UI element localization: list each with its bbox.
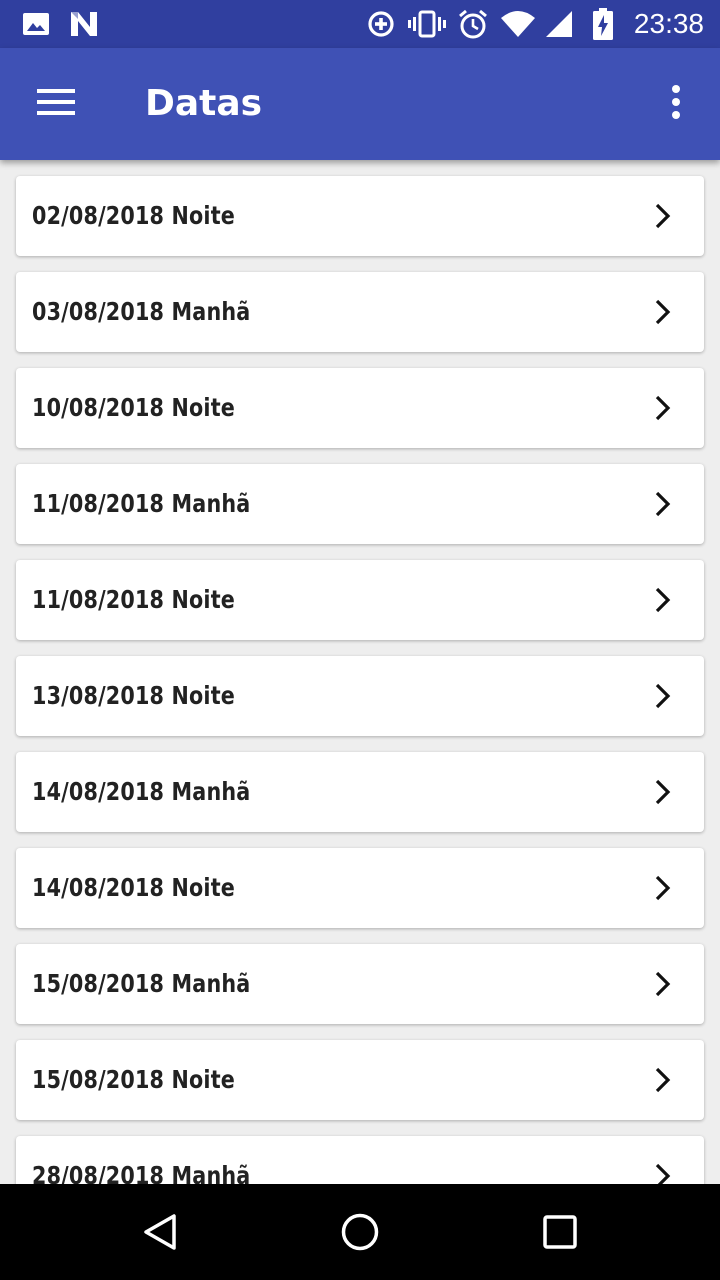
date-item-label: 03/08/2018 Manhã xyxy=(32,297,251,326)
data-saver-icon xyxy=(366,8,396,40)
date-list-item[interactable]: 28/08/2018 Manhã xyxy=(16,1136,704,1184)
date-item-label: 11/08/2018 Manhã xyxy=(32,489,251,518)
date-list-item[interactable]: 10/08/2018 Noite xyxy=(16,368,704,448)
date-list-item[interactable]: 13/08/2018 Noite xyxy=(16,656,704,736)
image-icon xyxy=(22,8,50,40)
vibrate-icon xyxy=(408,8,446,40)
recents-icon xyxy=(543,1215,577,1249)
date-item-label: 28/08/2018 Manhã xyxy=(32,1161,251,1184)
status-bar: 23:38 xyxy=(0,0,720,48)
alarm-icon xyxy=(457,8,489,40)
app-bar: Datas xyxy=(0,48,720,160)
date-item-label: 02/08/2018 Noite xyxy=(32,201,236,230)
chevron-right-icon xyxy=(655,491,671,517)
page-title: Datas xyxy=(145,83,263,124)
overflow-menu-button[interactable] xyxy=(648,68,704,140)
back-button[interactable] xyxy=(136,1208,184,1256)
n-notification-icon xyxy=(68,8,100,40)
home-icon xyxy=(341,1213,379,1251)
back-icon xyxy=(144,1214,176,1250)
date-list-item[interactable]: 11/08/2018 Noite xyxy=(16,560,704,640)
date-list-item[interactable]: 14/08/2018 Noite xyxy=(16,848,704,928)
chevron-right-icon xyxy=(655,299,671,325)
date-item-label: 15/08/2018 Noite xyxy=(32,1065,236,1094)
cell-signal-icon xyxy=(544,8,574,40)
date-list-item[interactable]: 11/08/2018 Manhã xyxy=(16,464,704,544)
chevron-right-icon xyxy=(655,1067,671,1093)
date-list-item[interactable]: 15/08/2018 Noite xyxy=(16,1040,704,1120)
date-item-label: 10/08/2018 Noite xyxy=(32,393,236,422)
battery-charging-icon xyxy=(592,8,614,40)
chevron-right-icon xyxy=(655,875,671,901)
system-navigation-bar xyxy=(0,1184,720,1280)
chevron-right-icon xyxy=(655,971,671,997)
date-list-item[interactable]: 02/08/2018 Noite xyxy=(16,176,704,256)
date-item-label: 14/08/2018 Noite xyxy=(32,873,236,902)
date-list-item[interactable]: 15/08/2018 Manhã xyxy=(16,944,704,1024)
date-list-item[interactable]: 14/08/2018 Manhã xyxy=(16,752,704,832)
chevron-right-icon xyxy=(655,203,671,229)
more-vert-icon xyxy=(671,85,681,123)
chevron-right-icon xyxy=(655,683,671,709)
status-time: 23:38 xyxy=(633,8,704,39)
chevron-right-icon xyxy=(655,587,671,613)
navigation-menu-button[interactable] xyxy=(20,68,92,140)
date-item-label: 15/08/2018 Manhã xyxy=(32,969,251,998)
recents-button[interactable] xyxy=(536,1208,584,1256)
chevron-right-icon xyxy=(655,779,671,805)
home-button[interactable] xyxy=(336,1208,384,1256)
wifi-icon xyxy=(500,8,536,40)
date-item-label: 14/08/2018 Manhã xyxy=(32,777,251,806)
date-item-label: 11/08/2018 Noite xyxy=(32,585,236,614)
date-list-item[interactable]: 03/08/2018 Manhã xyxy=(16,272,704,352)
chevron-right-icon xyxy=(655,1163,671,1184)
date-item-label: 13/08/2018 Noite xyxy=(32,681,236,710)
chevron-right-icon xyxy=(655,395,671,421)
date-list[interactable]: 02/08/2018 Noite 03/08/2018 Manhã 10/08/… xyxy=(0,160,720,1184)
hamburger-menu-icon xyxy=(37,88,75,120)
